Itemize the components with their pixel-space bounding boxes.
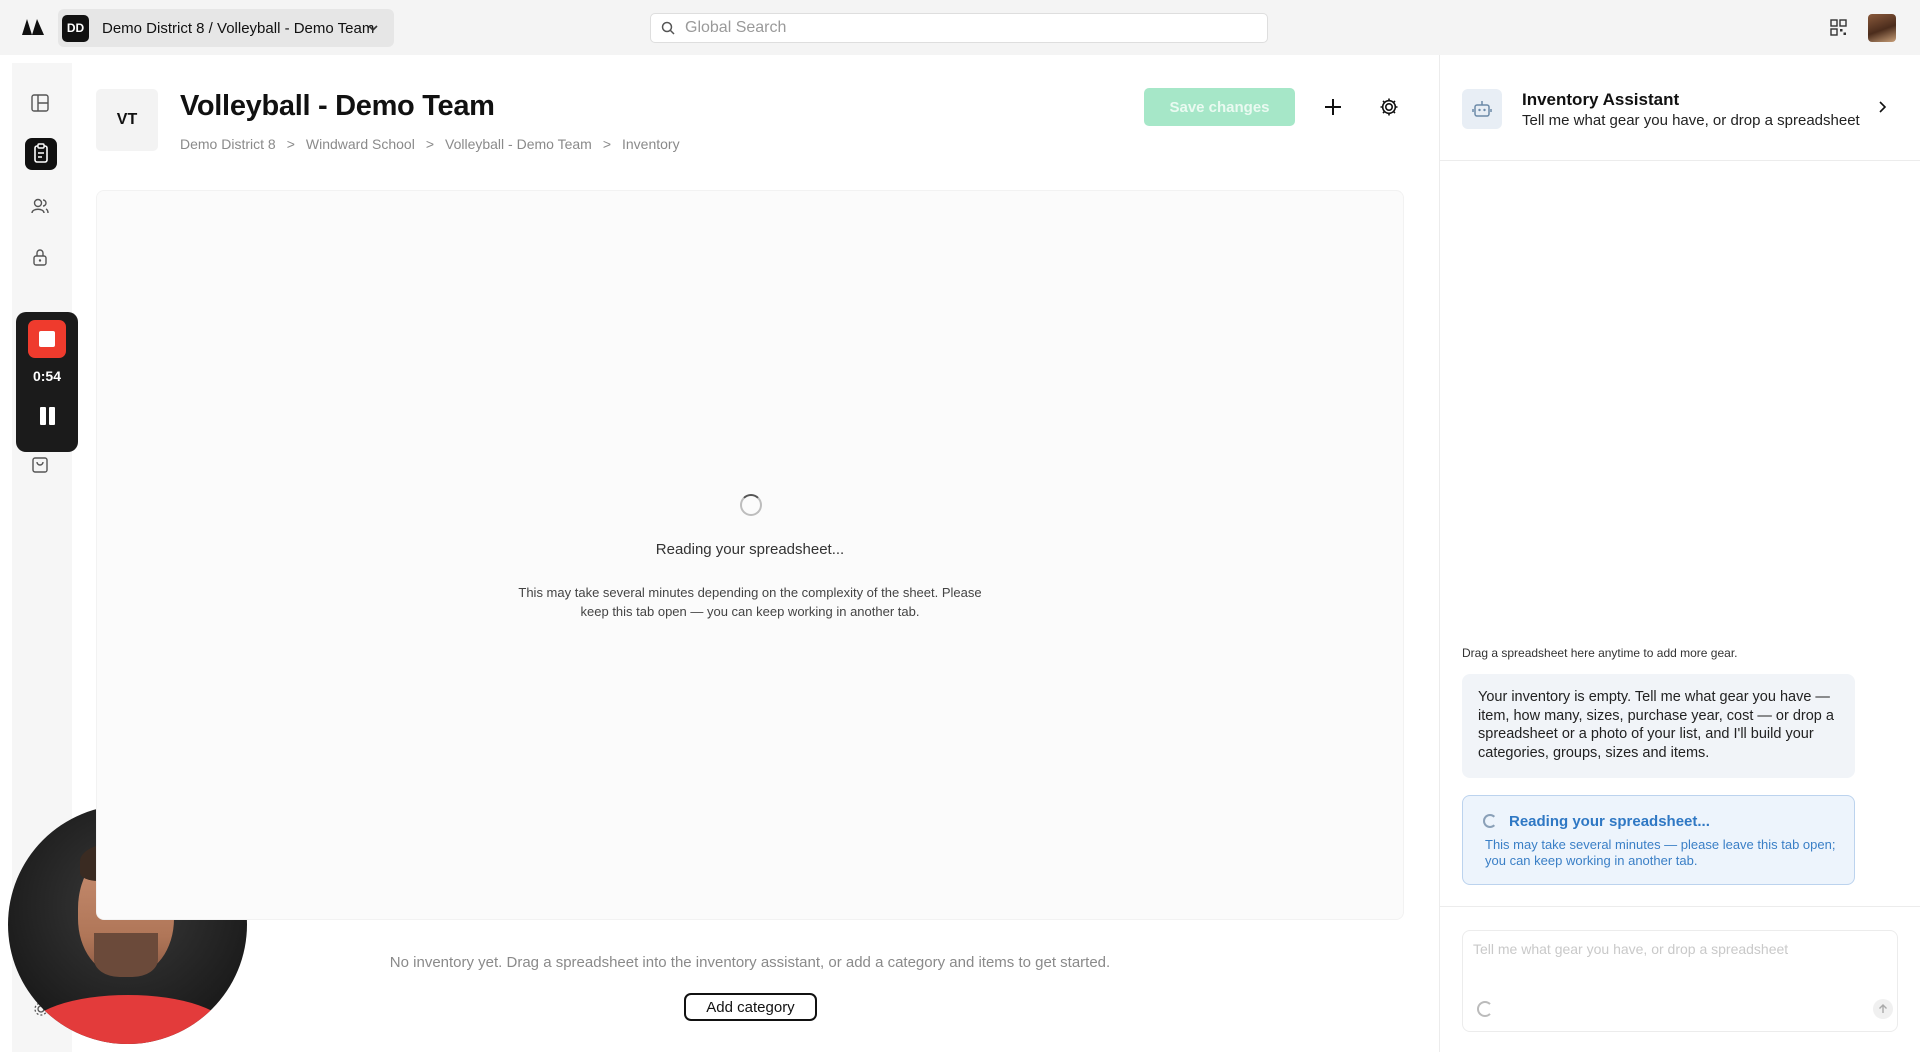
- search-icon: [661, 21, 675, 35]
- status-title: Reading your spreadsheet...: [1509, 813, 1710, 830]
- save-changes-button[interactable]: Save changes: [1144, 88, 1295, 126]
- assistant-composer: [1462, 930, 1898, 1032]
- status-description: This may take several minutes — please l…: [1485, 837, 1836, 868]
- team-settings-button[interactable]: [1378, 96, 1400, 118]
- webcam-person-beard: [94, 933, 158, 977]
- shopping-bag-icon[interactable]: [30, 454, 50, 474]
- recording-timer: 0:54: [32, 368, 62, 384]
- global-search[interactable]: [650, 13, 1268, 43]
- breadcrumb-separator: >: [425, 136, 434, 152]
- assistant-subtitle: Tell me what gear you have, or drop a sp…: [1522, 112, 1860, 129]
- inventory-nav-button[interactable]: [25, 138, 57, 170]
- plus-icon: [1325, 99, 1341, 115]
- team-switcher[interactable]: DD Demo District 8 / Volleyball - Demo T…: [58, 9, 394, 47]
- empty-inventory-note: No inventory yet. Drag a spreadsheet int…: [389, 954, 1111, 971]
- breadcrumb-separator: >: [602, 136, 611, 152]
- breadcrumb-district[interactable]: Demo District 8: [180, 136, 276, 152]
- app-logo-icon[interactable]: [20, 15, 46, 41]
- reading-status-card: Reading your spreadsheet... This may tak…: [1462, 795, 1855, 885]
- global-search-input[interactable]: [685, 19, 1245, 37]
- assistant-header[interactable]: Inventory Assistant Tell me what gear yo…: [1440, 55, 1920, 161]
- loading-description: This may take several minutes depending …: [518, 585, 982, 619]
- composer-divider: [1440, 906, 1920, 907]
- inventory-assistant-panel: Inventory Assistant Tell me what gear yo…: [1439, 55, 1920, 1052]
- breadcrumb: Demo District 8 > Windward School > Voll…: [180, 136, 680, 152]
- team-badge: VT: [96, 89, 158, 151]
- add-button[interactable]: [1322, 96, 1344, 118]
- drag-spreadsheet-note: Drag a spreadsheet here anytime to add m…: [1462, 646, 1738, 660]
- assistant-bot-icon-box: [1462, 89, 1502, 129]
- users-icon[interactable]: [30, 196, 50, 216]
- chevron-down-icon: [368, 25, 378, 32]
- assistant-message: Your inventory is empty. Tell me what ge…: [1462, 674, 1855, 778]
- assistant-message-input[interactable]: [1473, 941, 1883, 981]
- loading-spinner-icon: [740, 494, 762, 516]
- clipboard-icon: [34, 143, 48, 163]
- pause-recording-button[interactable]: [36, 404, 58, 430]
- arrow-up-icon: [1879, 1004, 1887, 1013]
- breadcrumb-team[interactable]: Volleyball - Demo Team: [445, 136, 592, 152]
- loading-title: Reading your spreadsheet...: [655, 541, 845, 558]
- chevron-right-icon[interactable]: [1874, 99, 1890, 115]
- stop-recording-button[interactable]: [28, 320, 66, 358]
- dashboard-icon[interactable]: [30, 93, 50, 113]
- lock-icon[interactable]: [30, 247, 50, 267]
- robot-icon: [1472, 101, 1492, 117]
- breadcrumb-inventory: Inventory: [622, 136, 680, 152]
- qr-code-icon[interactable]: [1830, 19, 1847, 36]
- webcam-person-shirt: [28, 995, 228, 1044]
- top-bar: DD Demo District 8 / Volleyball - Demo T…: [0, 0, 1920, 55]
- page-title: Volleyball - Demo Team: [180, 90, 495, 122]
- send-message-button[interactable]: [1873, 999, 1893, 1019]
- composer-spinner-icon: [1477, 1001, 1493, 1017]
- gear-icon: [1380, 98, 1398, 116]
- status-spinner-icon: [1483, 814, 1497, 828]
- screen-recorder-widget: 0:54: [16, 312, 78, 452]
- breadcrumb-separator: >: [286, 136, 295, 152]
- add-category-button[interactable]: Add category: [684, 993, 817, 1021]
- breadcrumb-school[interactable]: Windward School: [306, 136, 415, 152]
- team-initials-badge: DD: [62, 14, 89, 42]
- assistant-title: Inventory Assistant: [1522, 90, 1680, 109]
- user-avatar[interactable]: [1868, 14, 1896, 42]
- team-switcher-label: Demo District 8 / Volleyball - Demo Team: [102, 19, 375, 37]
